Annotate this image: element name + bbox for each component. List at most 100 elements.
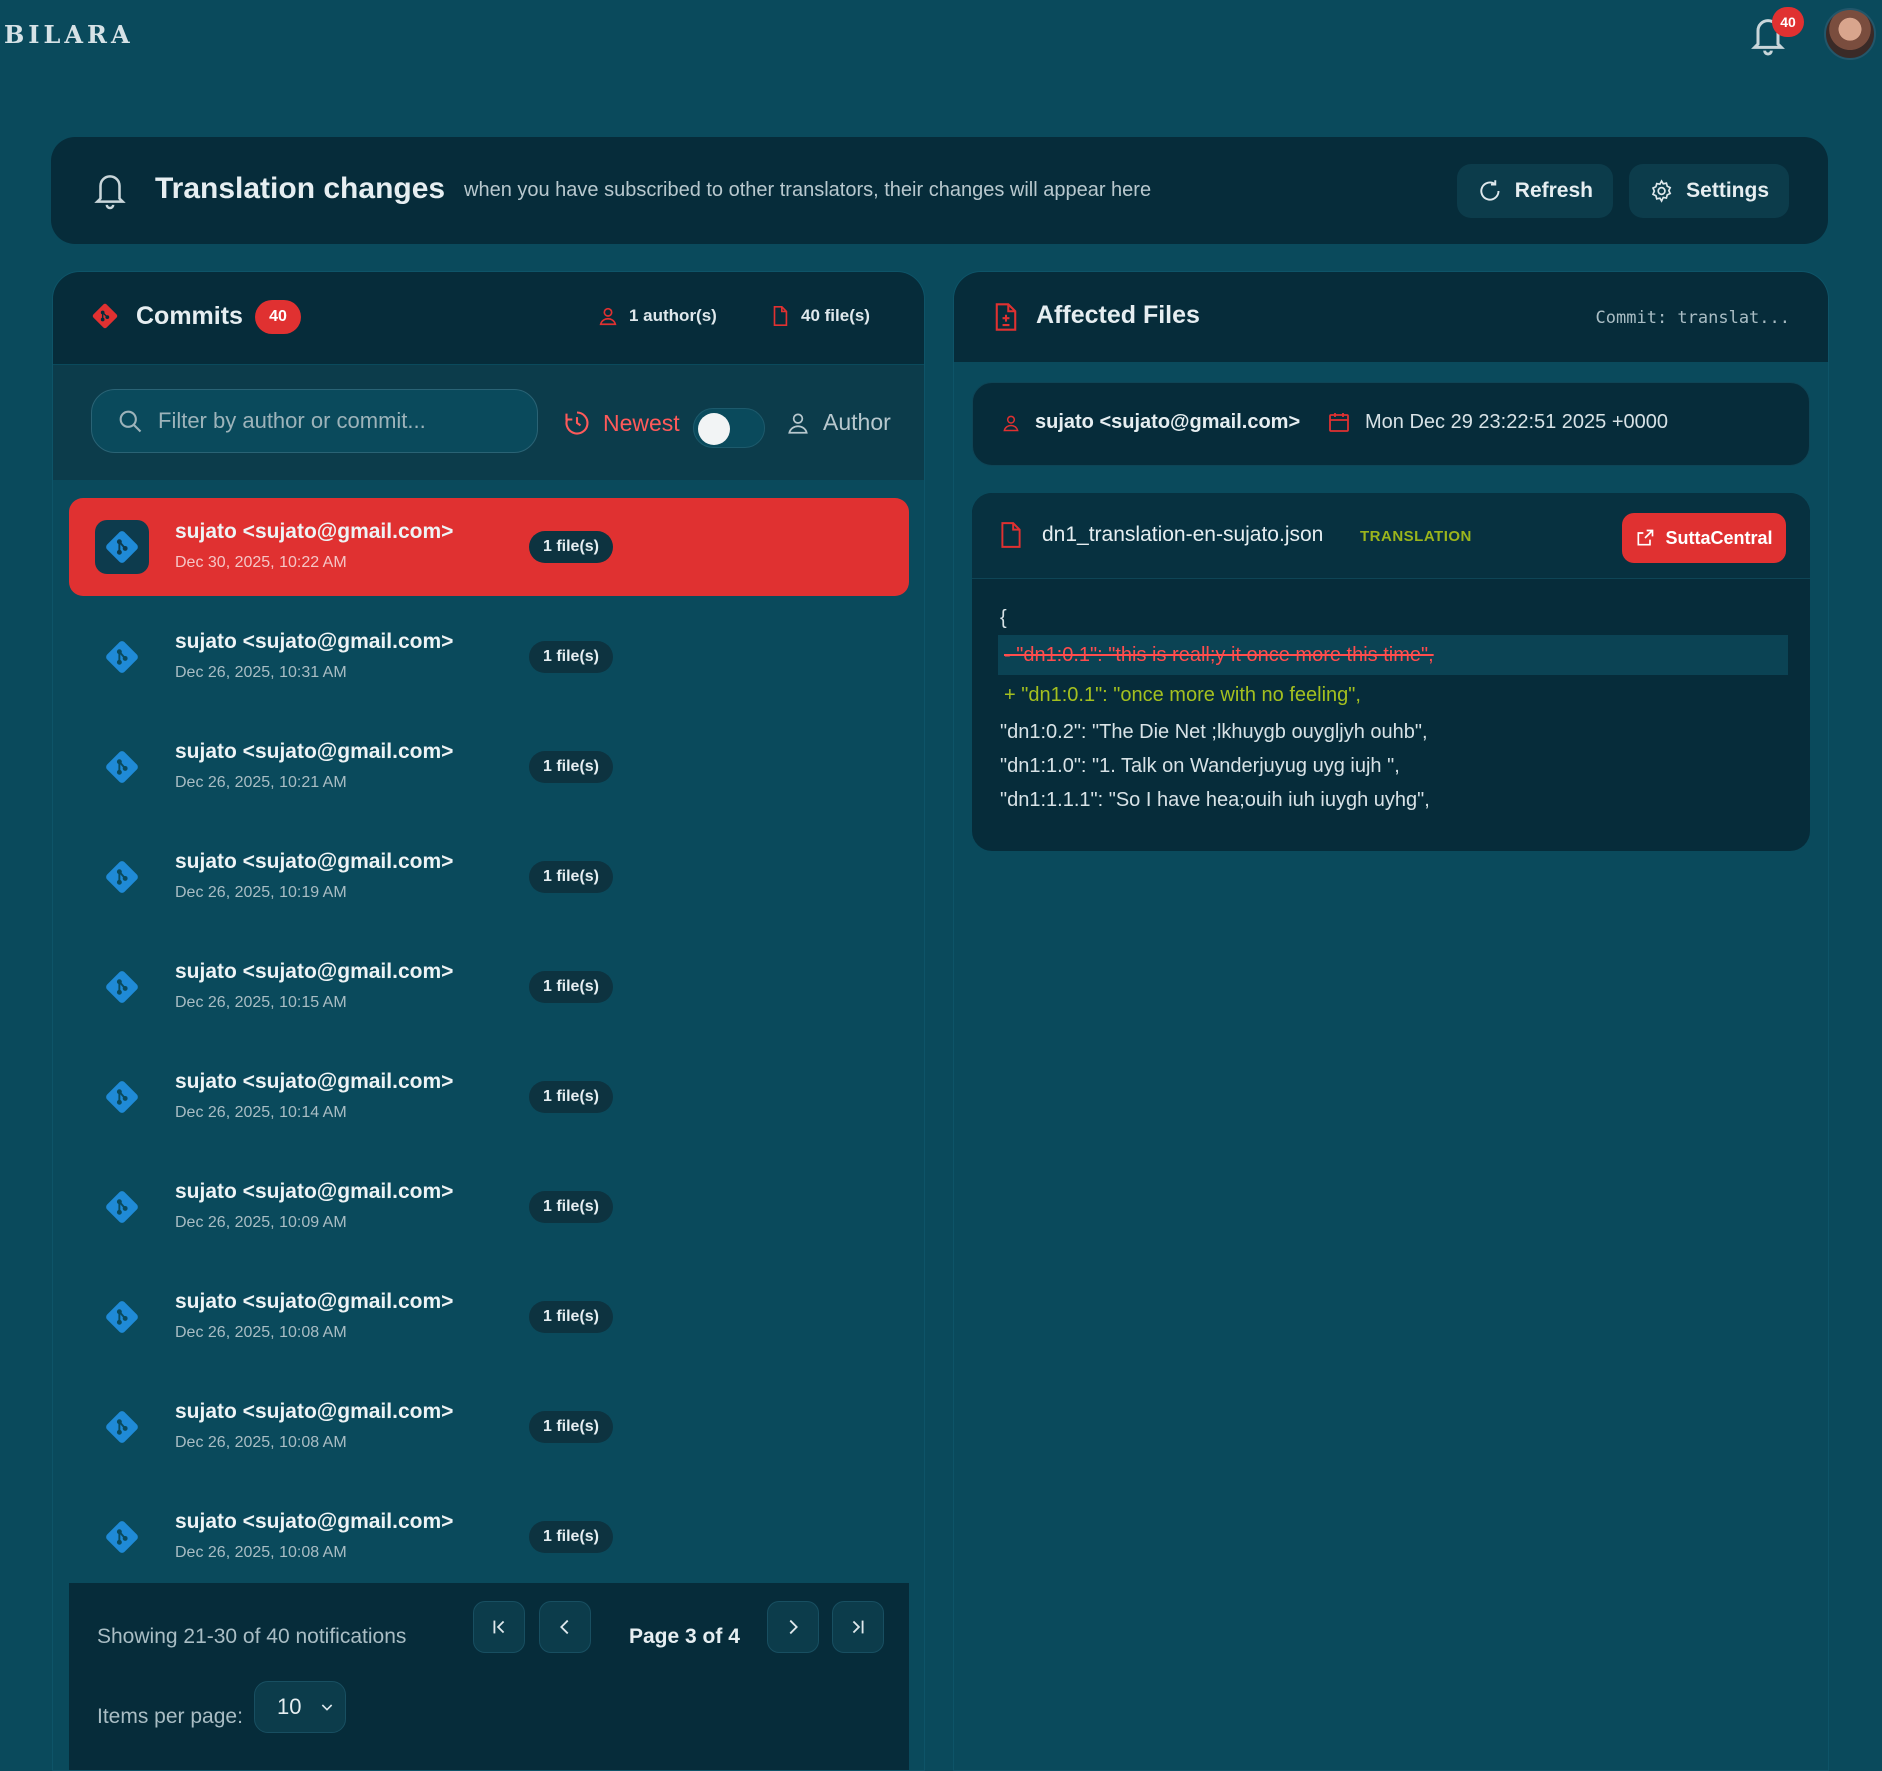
commit-icon-wrap bbox=[95, 850, 149, 904]
commit-icon-wrap bbox=[95, 1070, 149, 1124]
commit-files-badge: 1 file(s) bbox=[529, 971, 613, 1003]
commit-date: Dec 26, 2025, 10:15 AM bbox=[175, 994, 347, 1011]
commit-files-badge: 1 file(s) bbox=[529, 1521, 613, 1553]
commit-date: Dec 26, 2025, 10:08 AM bbox=[175, 1324, 347, 1341]
filter-input[interactable] bbox=[158, 408, 528, 434]
commit-date: Dec 26, 2025, 10:09 AM bbox=[175, 1214, 347, 1231]
commit-author: sujato <sujato@gmail.com> bbox=[175, 520, 454, 543]
chevron-left-icon bbox=[560, 1619, 569, 1635]
top-bar: BILARA 40 bbox=[0, 0, 1882, 76]
first-page-icon bbox=[493, 1620, 505, 1634]
commits-header: Commits 40 1 author(s) 40 file(s) bbox=[53, 272, 924, 364]
commits-count-badge: 40 bbox=[255, 300, 301, 334]
commit-row[interactable]: sujato <sujato@gmail.com> Dec 26, 2025, … bbox=[69, 1048, 909, 1146]
sort-toggle[interactable] bbox=[693, 408, 765, 448]
diff-line: { bbox=[1000, 607, 1007, 629]
items-per-page-value: 10 bbox=[277, 1694, 302, 1719]
commit-date: Dec 26, 2025, 10:14 AM bbox=[175, 1104, 347, 1121]
diff-line-added: + "dn1:0.1": "once more with no feeling"… bbox=[1004, 684, 1361, 706]
files-stat: 40 file(s) bbox=[769, 305, 870, 327]
diff-line: "dn1:1.1.1": "So I have hea;ouih iuh iuy… bbox=[1000, 789, 1430, 811]
toggle-knob bbox=[698, 413, 730, 445]
commit-reference: Commit: translat... bbox=[1595, 308, 1790, 328]
commit-meta-date: Mon Dec 29 23:22:51 2025 +0000 bbox=[1327, 410, 1668, 434]
git-commit-icon bbox=[106, 861, 138, 893]
suttacentral-link-button[interactable]: SuttaCentral bbox=[1622, 513, 1786, 563]
commit-row[interactable]: sujato <sujato@gmail.com> Dec 26, 2025, … bbox=[69, 608, 909, 706]
commit-row[interactable]: sujato <sujato@gmail.com> Dec 30, 2025, … bbox=[69, 498, 909, 596]
commit-meta-date-label: Mon Dec 29 23:22:51 2025 +0000 bbox=[1365, 410, 1669, 433]
commit-date: Dec 26, 2025, 10:08 AM bbox=[175, 1434, 347, 1451]
commit-row[interactable]: sujato <sujato@gmail.com> Dec 26, 2025, … bbox=[69, 828, 909, 926]
commit-files-badge: 1 file(s) bbox=[529, 641, 613, 673]
search-box[interactable] bbox=[91, 389, 538, 453]
last-page-button[interactable] bbox=[832, 1601, 884, 1653]
next-page-button[interactable] bbox=[767, 1601, 819, 1653]
commit-files-badge: 1 file(s) bbox=[529, 751, 613, 783]
settings-label: Settings bbox=[1686, 179, 1769, 202]
commit-icon-wrap bbox=[95, 1180, 149, 1234]
file-icon bbox=[1001, 522, 1021, 548]
sort-newest-label: Newest bbox=[603, 409, 680, 436]
user-avatar[interactable] bbox=[1824, 8, 1876, 60]
diff-line: "dn1:1.0": "1. Talk on Wanderjuyug uyg i… bbox=[1000, 755, 1400, 777]
file-icon bbox=[773, 306, 788, 326]
git-commit-icon bbox=[106, 971, 138, 1003]
commit-row[interactable]: sujato <sujato@gmail.com> Dec 26, 2025, … bbox=[69, 1378, 909, 1476]
commit-row[interactable]: sujato <sujato@gmail.com> Dec 26, 2025, … bbox=[69, 938, 909, 1036]
diff-line: "dn1:0.2": "The Die Net ;lkhuygb ouygljy… bbox=[1000, 721, 1428, 743]
page-header: Translation changes when you have subscr… bbox=[51, 137, 1828, 244]
current-page-label: Page 3 of 4 bbox=[629, 1625, 740, 1648]
settings-button[interactable]: Settings bbox=[1629, 164, 1789, 218]
user-icon bbox=[599, 307, 617, 326]
first-page-button[interactable] bbox=[473, 1601, 525, 1653]
refresh-button[interactable]: Refresh bbox=[1457, 164, 1613, 218]
suttacentral-link-label: SuttaCentral bbox=[1665, 527, 1773, 548]
commit-meta-author-label: sujato <sujato@gmail.com> bbox=[1035, 411, 1301, 433]
commit-row[interactable]: sujato <sujato@gmail.com> Dec 26, 2025, … bbox=[69, 1158, 909, 1256]
clock-icon bbox=[565, 411, 589, 435]
commit-icon-wrap bbox=[95, 1400, 149, 1454]
git-commit-icon bbox=[106, 1411, 138, 1443]
commit-files-badge: 1 file(s) bbox=[529, 861, 613, 893]
page-title: Translation changes bbox=[155, 172, 446, 205]
items-per-page-select[interactable]: 10 bbox=[254, 1681, 346, 1733]
git-commit-icon bbox=[106, 1521, 138, 1553]
affected-files-panel: Affected Files Commit: translat... sujat… bbox=[953, 271, 1829, 1771]
commit-date: Dec 26, 2025, 10:19 AM bbox=[175, 884, 347, 901]
commit-icon-wrap bbox=[95, 1290, 149, 1344]
commit-date: Dec 30, 2025, 10:22 AM bbox=[175, 554, 347, 571]
sort-author-option[interactable]: Author bbox=[785, 409, 891, 436]
commit-list: sujato <sujato@gmail.com> Dec 30, 2025, … bbox=[69, 498, 909, 1598]
prev-page-button[interactable] bbox=[539, 1601, 591, 1653]
commit-icon-wrap bbox=[95, 740, 149, 794]
user-icon bbox=[1003, 415, 1019, 431]
file-diff-icon bbox=[995, 303, 1017, 331]
commit-row[interactable]: sujato <sujato@gmail.com> Dec 26, 2025, … bbox=[69, 1488, 909, 1586]
page-subtitle: when you have subscribed to other transl… bbox=[464, 179, 1152, 201]
affected-files-header: Affected Files Commit: translat... bbox=[954, 272, 1828, 362]
external-link-icon bbox=[1637, 529, 1654, 546]
diff-line-removed: - "dn1:0.1": "this is reall;y it once mo… bbox=[998, 635, 1788, 675]
commit-files-badge: 1 file(s) bbox=[529, 531, 613, 563]
git-commit-icon bbox=[106, 1301, 138, 1333]
file-change-card: dn1_translation-en-sujato.json TRANSLATI… bbox=[972, 493, 1810, 851]
file-change-header: dn1_translation-en-sujato.json TRANSLATI… bbox=[972, 493, 1810, 579]
commit-row[interactable]: sujato <sujato@gmail.com> Dec 26, 2025, … bbox=[69, 718, 909, 816]
commit-date: Dec 26, 2025, 10:08 AM bbox=[175, 1544, 347, 1561]
last-page-icon bbox=[852, 1620, 864, 1634]
commit-author: sujato <sujato@gmail.com> bbox=[175, 1070, 454, 1093]
sort-author-label: Author bbox=[823, 409, 891, 435]
diff-view: { - "dn1:0.1": "this is reall;y it once … bbox=[998, 601, 1788, 817]
affected-files-title: Affected Files bbox=[1036, 301, 1200, 329]
gear-icon bbox=[1651, 179, 1672, 203]
chevron-right-icon bbox=[789, 1619, 798, 1635]
pagination: Showing 21-30 of 40 notifications Page 3… bbox=[69, 1583, 909, 1770]
authors-stat-label: 1 author(s) bbox=[629, 306, 717, 325]
files-stat-label: 40 file(s) bbox=[801, 306, 870, 325]
commit-row[interactable]: sujato <sujato@gmail.com> Dec 26, 2025, … bbox=[69, 1268, 909, 1366]
sort-newest-option[interactable]: Newest bbox=[563, 409, 680, 437]
commit-files-badge: 1 file(s) bbox=[529, 1301, 613, 1333]
app-logo[interactable]: BILARA bbox=[4, 20, 134, 49]
commit-date: Dec 26, 2025, 10:31 AM bbox=[175, 664, 347, 681]
